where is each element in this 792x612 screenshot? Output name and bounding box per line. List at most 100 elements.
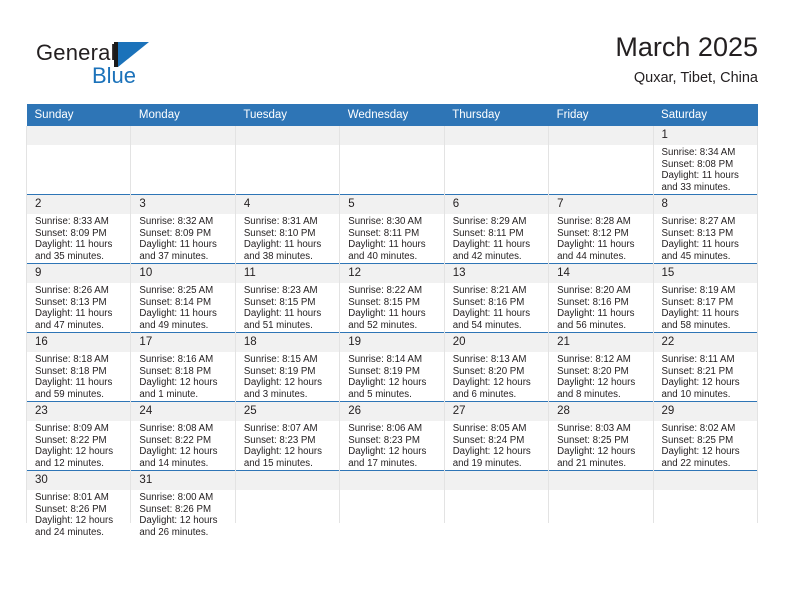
day-sun-info: Sunrise: 8:32 AM Sunset: 8:09 PM Daylight:… <box>131 214 234 262</box>
weekday-header-friday: Friday <box>548 104 654 126</box>
day-sun-info: Sunrise: 8:22 AM Sunset: 8:15 PM Daylight:… <box>340 283 443 331</box>
calendar-day-cell[interactable]: 4 Sunrise: 8:31 AM Sunset: 8:10 PM Daylight… <box>234 194 341 264</box>
calendar-day-cell[interactable]: 14 Sunrise: 8:20 AM Sunset: 8:16 PM Dayligh… <box>548 263 654 333</box>
weekday-header-saturday: Saturday <box>653 104 758 126</box>
sunrise-text: Sunrise: 8:09 AM <box>35 423 109 434</box>
calendar-day-cell[interactable]: 25 Sunrise: 8:07 AM Sunset: 8:23 PM Dayligh… <box>234 401 341 471</box>
sunset-text: Sunset: 8:17 PM <box>661 296 734 308</box>
sunrise-text: Sunrise: 8:06 AM <box>348 423 423 434</box>
daylight-text: Daylight: 12 hours and 21 minutes. <box>557 446 636 469</box>
day-number: 22 <box>653 333 757 352</box>
sunrise-text: Sunrise: 8:32 AM <box>139 216 214 227</box>
day-number: 17 <box>131 333 235 352</box>
day-number: 6 <box>444 195 549 214</box>
calendar-day-cell[interactable]: 16 Sunrise: 8:18 AM Sunset: 8:18 PM Dayligh… <box>25 332 132 402</box>
calendar-day-cell[interactable]: 26 Sunrise: 8:06 AM Sunset: 8:23 PM Dayligh… <box>339 401 445 471</box>
day-number <box>235 126 340 145</box>
day-number: 13 <box>444 264 549 283</box>
daylight-text: Daylight: 11 hours and 54 minutes. <box>452 308 531 331</box>
calendar-day-cell[interactable]: 6 Sunrise: 8:29 AM Sunset: 8:11 PM Daylight… <box>443 194 550 264</box>
sunrise-text: Sunrise: 8:31 AM <box>243 216 318 227</box>
calendar-cell-empty <box>130 126 236 195</box>
day-sun-info: Sunrise: 8:15 AM Sunset: 8:19 PM Daylight:… <box>236 352 339 400</box>
sunset-text: Sunset: 8:20 PM <box>557 365 629 377</box>
day-sun-info: Sunrise: 8:11 AM Sunset: 8:21 PM Daylight:… <box>654 352 757 400</box>
calendar-day-cell[interactable]: 10 Sunrise: 8:25 AM Sunset: 8:14 PM Dayligh… <box>130 263 236 333</box>
general-blue-logo[interactable]: General Blue <box>36 40 216 92</box>
calendar-day-cell[interactable]: 13 Sunrise: 8:21 AM Sunset: 8:16 PM Dayligh… <box>443 263 550 333</box>
day-number: 7 <box>549 195 653 214</box>
day-number: 28 <box>549 402 653 421</box>
daylight-text: Daylight: 11 hours and 42 minutes. <box>452 239 531 262</box>
day-number: 25 <box>235 402 340 421</box>
calendar-cell-empty <box>234 126 341 195</box>
calendar-day-cell[interactable]: 3 Sunrise: 8:32 AM Sunset: 8:09 PM Daylight… <box>130 194 236 264</box>
calendar-day-cell[interactable]: 31 Sunrise: 8:00 AM Sunset: 8:26 PM Dayligh… <box>130 470 236 538</box>
day-number: 21 <box>549 333 653 352</box>
daylight-text: Daylight: 12 hours and 6 minutes. <box>452 377 531 400</box>
daylight-text: Daylight: 11 hours and 37 minutes. <box>139 239 217 262</box>
daylight-text: Daylight: 11 hours and 52 minutes. <box>348 308 426 331</box>
calendar-day-cell[interactable]: 27 Sunrise: 8:05 AM Sunset: 8:24 PM Dayligh… <box>443 401 550 471</box>
calendar-cell-empty <box>548 126 654 195</box>
sunrise-text: Sunrise: 8:33 AM <box>35 216 109 227</box>
day-sun-info: Sunrise: 8:16 AM Sunset: 8:18 PM Daylight:… <box>131 352 234 400</box>
calendar-day-cell[interactable]: 24 Sunrise: 8:08 AM Sunset: 8:22 PM Dayligh… <box>130 401 236 471</box>
calendar-day-cell[interactable]: 28 Sunrise: 8:03 AM Sunset: 8:25 PM Dayligh… <box>548 401 654 471</box>
day-number: 10 <box>131 264 235 283</box>
calendar-day-cell[interactable]: 8 Sunrise: 8:27 AM Sunset: 8:13 PM Daylight… <box>652 194 759 264</box>
day-sun-info: Sunrise: 8:09 AM Sunset: 8:22 PM Daylight:… <box>27 421 130 469</box>
calendar-day-cell[interactable]: 29 Sunrise: 8:02 AM Sunset: 8:25 PM Dayligh… <box>652 401 759 471</box>
sunset-text: Sunset: 8:26 PM <box>35 503 107 515</box>
calendar-week-row: 16 Sunrise: 8:18 AM Sunset: 8:18 PM Dayligh… <box>25 332 759 402</box>
calendar-day-cell[interactable]: 15 Sunrise: 8:19 AM Sunset: 8:17 PM Dayligh… <box>652 263 759 333</box>
day-sun-info: Sunrise: 8:14 AM Sunset: 8:19 PM Daylight:… <box>340 352 443 400</box>
calendar-day-cell[interactable]: 2 Sunrise: 8:33 AM Sunset: 8:09 PM Daylight… <box>25 194 132 264</box>
calendar-day-cell[interactable]: 17 Sunrise: 8:16 AM Sunset: 8:18 PM Dayligh… <box>130 332 236 402</box>
weekday-header-sunday: Sunday <box>26 104 131 126</box>
calendar-week-row: 23 Sunrise: 8:09 AM Sunset: 8:22 PM Dayligh… <box>25 401 759 471</box>
calendar-day-cell[interactable]: 11 Sunrise: 8:23 AM Sunset: 8:15 PM Dayligh… <box>234 263 341 333</box>
day-number <box>340 471 444 490</box>
daylight-text: Daylight: 11 hours and 58 minutes. <box>661 308 739 331</box>
day-number <box>549 126 653 145</box>
calendar-cell-empty <box>339 126 445 195</box>
daylight-text: Daylight: 11 hours and 33 minutes. <box>661 170 739 193</box>
day-number: 14 <box>549 264 653 283</box>
calendar-day-cell[interactable]: 21 Sunrise: 8:12 AM Sunset: 8:20 PM Dayligh… <box>548 332 654 402</box>
page-header: General Blue March 2025 Quxar, Tibet, Ch… <box>0 0 792 100</box>
sunset-text: Sunset: 8:16 PM <box>557 296 629 308</box>
calendar-day-cell[interactable]: 22 Sunrise: 8:11 AM Sunset: 8:21 PM Dayligh… <box>652 332 759 402</box>
day-number: 3 <box>131 195 235 214</box>
calendar-day-cell[interactable]: 1 Sunrise: 8:34 AM Sunset: 8:08 PM Daylight… <box>652 126 759 195</box>
sunrise-text: Sunrise: 8:21 AM <box>452 285 527 296</box>
sunrise-text: Sunrise: 8:20 AM <box>557 285 631 296</box>
day-sun-info: Sunrise: 8:26 AM Sunset: 8:13 PM Daylight:… <box>27 283 130 331</box>
sunrise-text: Sunrise: 8:05 AM <box>452 423 527 434</box>
daylight-text: Daylight: 12 hours and 8 minutes. <box>557 377 636 400</box>
weekday-header-wednesday: Wednesday <box>339 104 445 126</box>
calendar-day-cell[interactable]: 9 Sunrise: 8:26 AM Sunset: 8:13 PM Daylight… <box>25 263 132 333</box>
calendar-day-cell[interactable]: 12 Sunrise: 8:22 AM Sunset: 8:15 PM Dayligh… <box>339 263 445 333</box>
calendar-body: 1 Sunrise: 8:34 AM Sunset: 8:08 PM Daylight… <box>25 126 759 538</box>
calendar-day-cell[interactable]: 23 Sunrise: 8:09 AM Sunset: 8:22 PM Dayligh… <box>25 401 132 471</box>
calendar-day-cell[interactable]: 18 Sunrise: 8:15 AM Sunset: 8:19 PM Dayligh… <box>234 332 341 402</box>
day-number <box>131 126 235 145</box>
sunset-text: Sunset: 8:11 PM <box>348 227 420 239</box>
sunset-text: Sunset: 8:16 PM <box>452 296 525 308</box>
day-number <box>340 126 444 145</box>
calendar-day-cell[interactable]: 20 Sunrise: 8:13 AM Sunset: 8:20 PM Dayligh… <box>443 332 550 402</box>
sunrise-text: Sunrise: 8:29 AM <box>452 216 527 227</box>
sunrise-text: Sunrise: 8:08 AM <box>139 423 214 434</box>
daylight-text: Daylight: 12 hours and 24 minutes. <box>35 515 114 538</box>
day-number: 27 <box>444 402 549 421</box>
daylight-text: Daylight: 12 hours and 17 minutes. <box>348 446 427 469</box>
daylight-text: Daylight: 12 hours and 15 minutes. <box>243 446 322 469</box>
calendar-day-cell[interactable]: 19 Sunrise: 8:14 AM Sunset: 8:19 PM Dayligh… <box>339 332 445 402</box>
calendar-day-cell[interactable]: 7 Sunrise: 8:28 AM Sunset: 8:12 PM Daylight… <box>548 194 654 264</box>
calendar-day-cell[interactable]: 30 Sunrise: 8:01 AM Sunset: 8:26 PM Dayligh… <box>25 470 132 538</box>
calendar-day-cell[interactable]: 5 Sunrise: 8:30 AM Sunset: 8:11 PM Daylight… <box>339 194 445 264</box>
calendar-cell-empty <box>443 126 550 195</box>
sunset-text: Sunset: 8:18 PM <box>35 365 107 377</box>
daylight-text: Daylight: 11 hours and 38 minutes. <box>243 239 322 262</box>
